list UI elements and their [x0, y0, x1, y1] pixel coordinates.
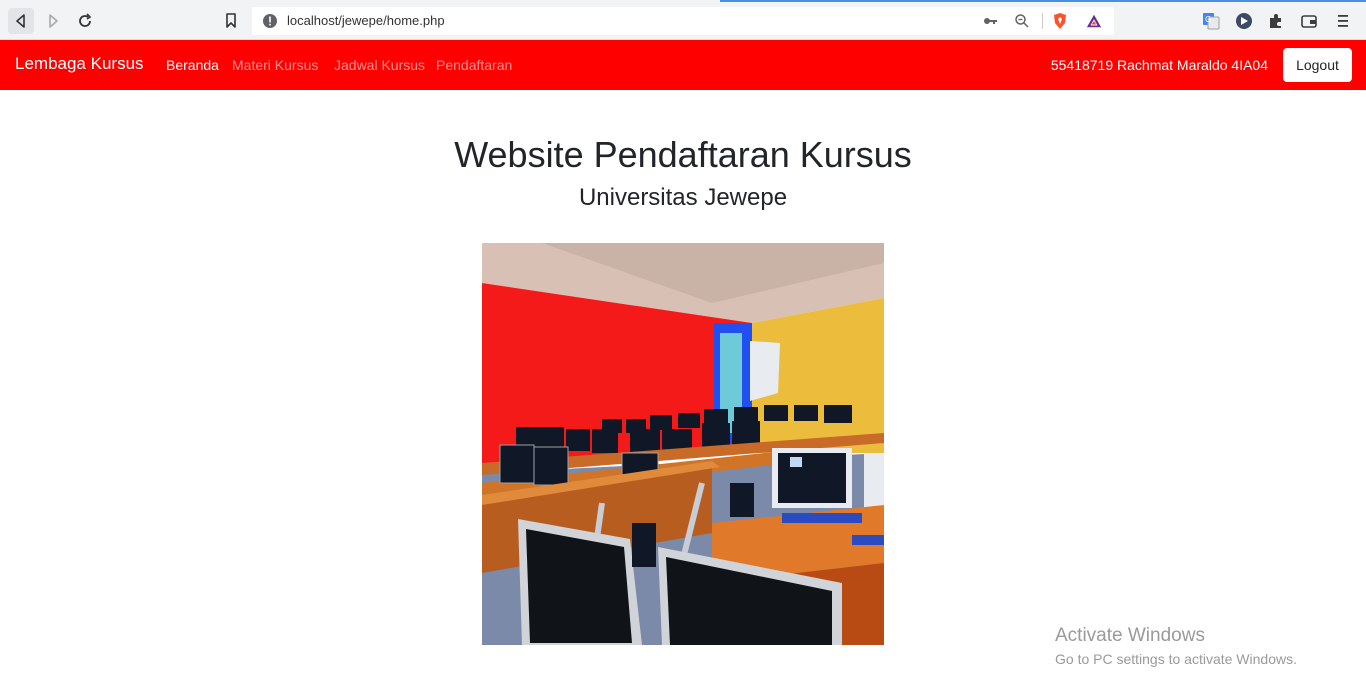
back-button[interactable]	[8, 8, 34, 34]
brave-rewards-icon[interactable]	[1086, 13, 1102, 29]
back-icon	[16, 14, 25, 28]
windows-activation-watermark: Activate Windows Go to PC settings to ac…	[1055, 625, 1297, 667]
menu-icon[interactable]	[1334, 12, 1352, 30]
key-icon[interactable]	[982, 13, 998, 29]
site-info-icon[interactable]	[262, 13, 278, 29]
wallet-icon[interactable]	[1300, 12, 1318, 30]
reload-button[interactable]	[72, 8, 98, 34]
bookmark-icon	[226, 13, 236, 28]
navbar-brand[interactable]: Lembaga Kursus	[15, 54, 144, 74]
nav-link-jadwal-kursus[interactable]: Jadwal Kursus	[334, 57, 425, 73]
browser-toolbar: localhost/jewepe/home.php G	[0, 0, 1366, 40]
url-text: localhost/jewepe/home.php	[287, 13, 445, 28]
translate-extension-icon[interactable]: G	[1202, 12, 1220, 30]
brave-shield-icon[interactable]	[1052, 13, 1068, 29]
activate-subtitle: Go to PC settings to activate Windows.	[1055, 651, 1297, 667]
user-info: 55418719 Rachmat Maraldo 4IA04	[1050, 57, 1268, 73]
activate-title: Activate Windows	[1055, 625, 1205, 646]
bookmark-button[interactable]	[218, 8, 244, 34]
reload-icon	[79, 13, 92, 27]
address-bar[interactable]: localhost/jewepe/home.php	[252, 7, 1114, 35]
forward-button[interactable]	[40, 8, 66, 34]
nav-link-materi-kursus[interactable]: Materi Kursus	[232, 57, 318, 73]
loading-bar	[720, 0, 1366, 2]
zoom-icon[interactable]	[1014, 13, 1030, 29]
site-navbar: Lembaga Kursus Beranda Materi Kursus Jad…	[0, 40, 1366, 90]
forward-icon	[49, 14, 58, 28]
address-separator	[1042, 13, 1043, 29]
profile-extension-icon[interactable]	[1235, 12, 1253, 30]
svg-text:G: G	[1205, 15, 1211, 24]
nav-link-beranda[interactable]: Beranda	[166, 57, 219, 73]
computer-lab-photo	[482, 243, 884, 645]
logout-button[interactable]: Logout	[1283, 48, 1352, 82]
extensions-puzzle-icon[interactable]	[1267, 12, 1285, 30]
page-subtitle: Universitas Jewepe	[578, 184, 788, 211]
nav-link-pendaftaran[interactable]: Pendaftaran	[436, 57, 512, 73]
page-title: Website Pendaftaran Kursus	[454, 134, 912, 175]
